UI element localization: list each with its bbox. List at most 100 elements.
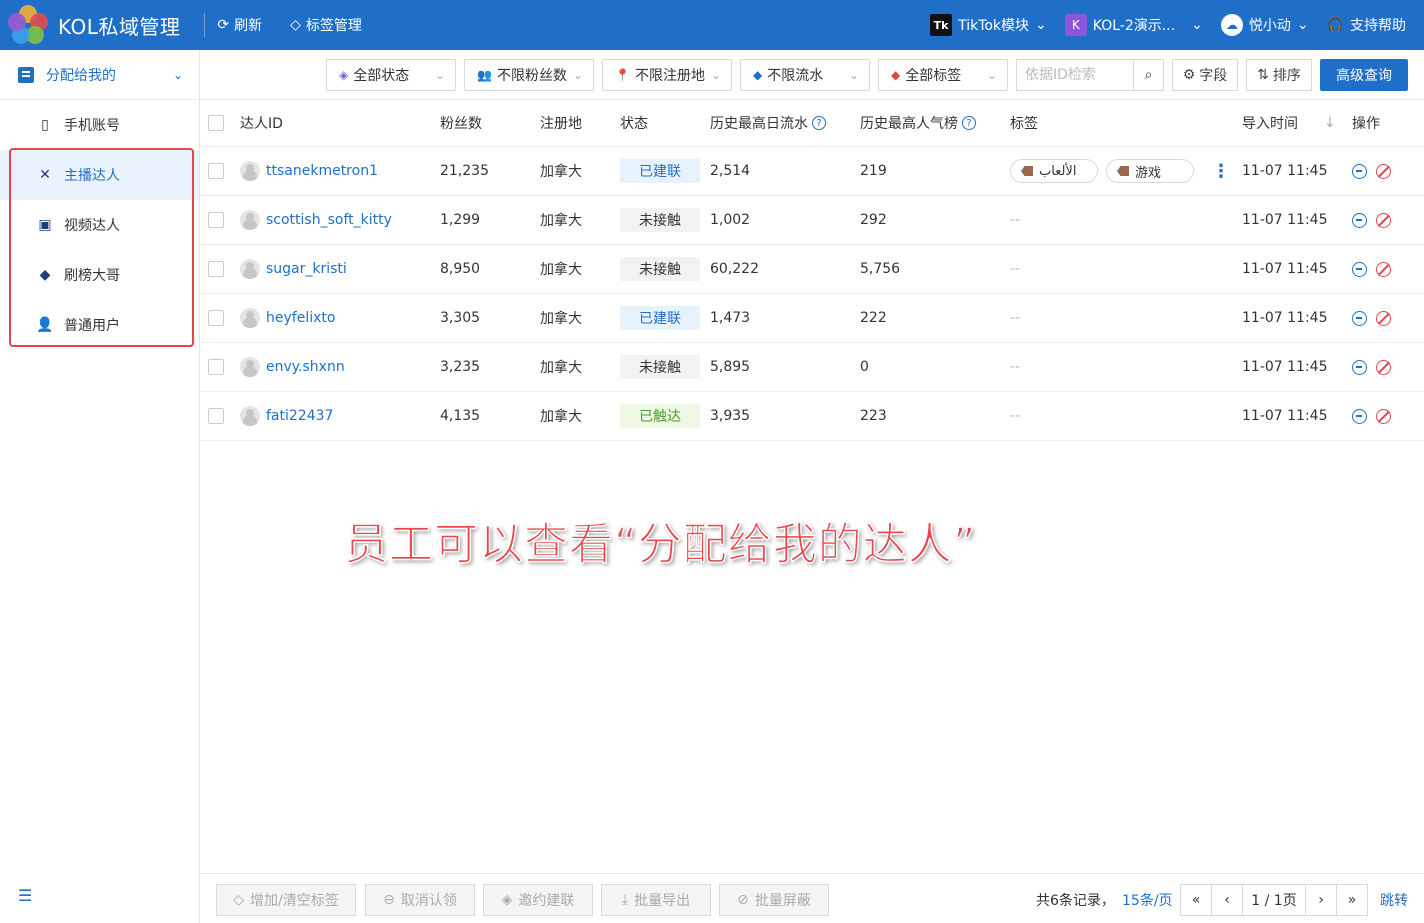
add-clear-tags-button[interactable]: ◇ 增加/清空标签 bbox=[216, 884, 356, 916]
sort-arrow-icon[interactable]: ↓ bbox=[1324, 100, 1336, 146]
block-icon[interactable] bbox=[1376, 359, 1391, 375]
creator-id-link[interactable]: ttsanekmetron1 bbox=[266, 163, 378, 179]
select-all-checkbox[interactable] bbox=[208, 115, 224, 131]
creator-id-link[interactable]: sugar_kristi bbox=[266, 261, 347, 277]
claim-icon[interactable] bbox=[1352, 408, 1367, 424]
tag-manage-button[interactable]: ◇ 标签管理 bbox=[290, 15, 362, 35]
flow-filter-label: 不限流水 bbox=[767, 68, 824, 84]
page-size-selector[interactable]: 15条/页 bbox=[1122, 884, 1173, 916]
batch-export-button[interactable]: ⤓ 批量导出 bbox=[601, 884, 711, 916]
block-icon[interactable] bbox=[1376, 261, 1391, 277]
user-menu[interactable]: ☁ 悦小动 ⌄ bbox=[1220, 14, 1309, 36]
sidebar-section-header[interactable]: 分配给我的 ⌄ bbox=[0, 50, 199, 100]
row-checkbox[interactable] bbox=[208, 163, 224, 179]
block-icon[interactable] bbox=[1376, 408, 1391, 424]
search-box: ⌕ bbox=[1016, 59, 1164, 91]
total-records: 共6条记录， bbox=[1036, 893, 1115, 909]
claim-icon[interactable] bbox=[1352, 212, 1367, 228]
flow-filter[interactable]: ◆ 不限流水 ⌄ bbox=[740, 59, 870, 91]
help-button[interactable]: 🎧 支持帮助 bbox=[1327, 15, 1406, 35]
more-icon[interactable]: ⋮ bbox=[1212, 147, 1230, 195]
row-checkbox[interactable] bbox=[208, 212, 224, 228]
button-label: 取消认领 bbox=[400, 893, 457, 909]
invite-icon: ◈ bbox=[501, 892, 513, 908]
refresh-button[interactable]: ⟳ 刷新 bbox=[217, 15, 262, 35]
import-time: 11-07 11:45 bbox=[1242, 359, 1328, 375]
tag-chip[interactable]: الألعاب bbox=[1010, 159, 1098, 183]
advanced-search-button[interactable]: 高级查询 bbox=[1320, 59, 1408, 91]
document-icon bbox=[18, 66, 34, 83]
refresh-label: 刷新 bbox=[234, 18, 263, 34]
row-checkbox[interactable] bbox=[208, 310, 224, 326]
chevron-down-icon: ⌄ bbox=[986, 68, 997, 82]
tag-icon bbox=[1021, 166, 1033, 176]
creator-id-link[interactable]: scottish_soft_kitty bbox=[266, 212, 392, 228]
status-badge: 未接触 bbox=[620, 355, 700, 379]
col-flow: 历史最高日流水 ? bbox=[710, 100, 826, 146]
workspace-switcher[interactable]: K KOL-2演示... ⌄ bbox=[1064, 14, 1203, 36]
sidebar-item-phone-accounts[interactable]: ▯ 手机账号 bbox=[0, 100, 199, 150]
region-filter-label: 不限注册地 bbox=[634, 68, 705, 84]
module-switcher[interactable]: Tk TikTok模块 ⌄ bbox=[930, 14, 1047, 36]
workspace-label: KOL-2演示... bbox=[1092, 18, 1176, 34]
refresh-icon: ⟳ bbox=[217, 17, 230, 33]
sort-button[interactable]: ⇅ 排序 bbox=[1246, 59, 1312, 91]
tag-manage-label: 标签管理 bbox=[305, 18, 362, 34]
block-icon[interactable] bbox=[1376, 212, 1391, 228]
claim-icon[interactable] bbox=[1352, 359, 1367, 375]
region: 加拿大 bbox=[540, 409, 582, 425]
fans-filter[interactable]: 👥 不限粉丝数 ⌄ bbox=[464, 59, 594, 91]
chevron-down-icon: ⌄ bbox=[172, 67, 183, 82]
row-checkbox[interactable] bbox=[208, 408, 224, 424]
sort-icon: ⇅ bbox=[1257, 67, 1269, 83]
claim-icon[interactable] bbox=[1352, 261, 1367, 277]
creator-id-link[interactable]: fati22437 bbox=[266, 408, 333, 424]
jump-button[interactable]: 跳转 bbox=[1380, 884, 1408, 916]
search-input[interactable] bbox=[1017, 60, 1133, 90]
creator-table: 达人ID 粉丝数 注册地 状态 历史最高日流水 ? 历史最高人气榜 ? 标签 导… bbox=[200, 100, 1424, 441]
status-filter-label: 全部状态 bbox=[353, 68, 410, 84]
chevron-down-icon: ⌄ bbox=[1191, 17, 1203, 33]
first-page-icon[interactable]: « bbox=[1180, 884, 1212, 916]
col-tags: 标签 bbox=[1010, 116, 1038, 132]
max-daily-flow: 5,895 bbox=[710, 359, 751, 375]
fans-count: 4,135 bbox=[440, 408, 481, 424]
sidebar-item-label: 手机账号 bbox=[64, 118, 120, 134]
claim-icon[interactable] bbox=[1352, 163, 1367, 179]
col-popularity-label: 历史最高人气榜 bbox=[860, 116, 958, 132]
help-icon[interactable]: ? bbox=[962, 116, 976, 130]
help-icon[interactable]: ? bbox=[812, 116, 826, 130]
search-icon[interactable]: ⌕ bbox=[1133, 60, 1163, 90]
status-filter[interactable]: ◈ 全部状态 ⌄ bbox=[326, 59, 456, 91]
highlight-box bbox=[9, 148, 194, 347]
tag-list: الألعاب 游戏 bbox=[1010, 147, 1202, 195]
creator-id-link[interactable]: envy.shxnn bbox=[266, 359, 345, 375]
fields-button[interactable]: ⚙ 字段 bbox=[1172, 59, 1238, 91]
row-checkbox[interactable] bbox=[208, 261, 224, 277]
row-checkbox[interactable] bbox=[208, 359, 224, 375]
claim-icon[interactable] bbox=[1352, 310, 1367, 326]
block-icon[interactable] bbox=[1376, 310, 1391, 326]
filter-bar: ◈ 全部状态 ⌄ 👥 不限粉丝数 ⌄ 📍 不限注册地 ⌄ ◆ 不限流水 ⌄ ◆ … bbox=[200, 50, 1424, 100]
invite-contact-button[interactable]: ◈ 邀约建联 bbox=[483, 884, 593, 916]
chevron-down-icon: ⌄ bbox=[848, 68, 859, 82]
last-page-icon[interactable]: » bbox=[1336, 884, 1368, 916]
max-daily-flow: 60,222 bbox=[710, 261, 759, 277]
empty-tags: -- bbox=[1010, 310, 1021, 326]
prev-page-icon[interactable]: ‹ bbox=[1211, 884, 1243, 916]
cancel-claim-button[interactable]: ⊖ 取消认领 bbox=[365, 884, 475, 916]
creator-id-link[interactable]: heyfelixto bbox=[266, 310, 335, 326]
table-row: scottish_soft_kitty 1,299 加拿大 未接触 1,002 … bbox=[200, 196, 1424, 245]
menu-collapse-icon[interactable]: ☰ bbox=[18, 886, 32, 905]
tag-filter[interactable]: ◆ 全部标签 ⌄ bbox=[878, 59, 1008, 91]
user-name: 悦小动 bbox=[1248, 18, 1291, 34]
next-page-icon[interactable]: › bbox=[1305, 884, 1337, 916]
region-filter[interactable]: 📍 不限注册地 ⌄ bbox=[602, 59, 732, 91]
button-label: 增加/清空标签 bbox=[250, 893, 339, 909]
user-avatar-icon: ☁ bbox=[1220, 14, 1243, 36]
cancel-icon: ⊖ bbox=[383, 892, 395, 908]
block-icon[interactable] bbox=[1376, 163, 1391, 179]
tag-chip[interactable]: 游戏 bbox=[1106, 159, 1194, 183]
headset-icon: 🎧 bbox=[1326, 17, 1344, 33]
batch-block-button[interactable]: ⊘ 批量屏蔽 bbox=[719, 884, 829, 916]
